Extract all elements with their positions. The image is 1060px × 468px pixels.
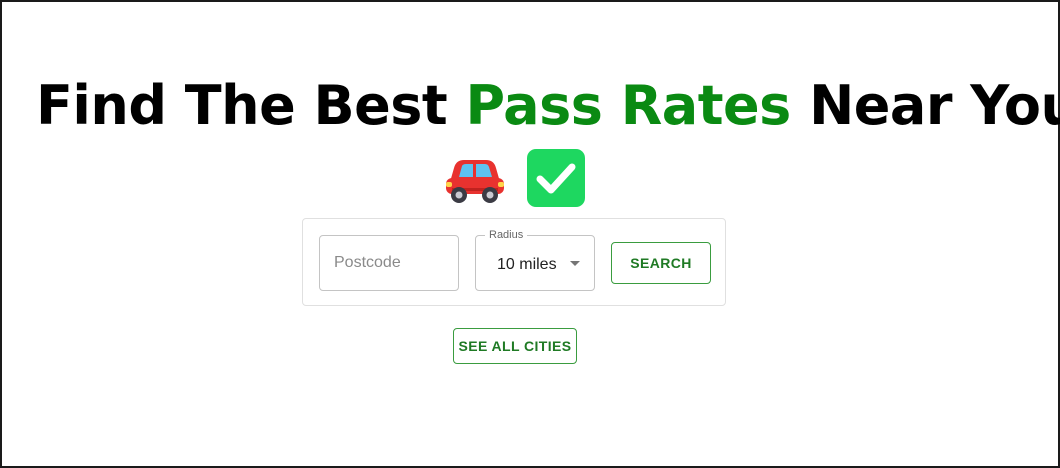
postcode-input[interactable] <box>319 235 459 291</box>
emoji-row <box>442 148 586 208</box>
radius-select[interactable]: Radius 10 miles <box>475 228 595 291</box>
title-text-start: Find The Best <box>36 74 466 137</box>
search-button[interactable]: SEARCH <box>611 242 711 284</box>
radius-selected-value: 10 miles <box>497 256 557 273</box>
title-accent-text: Pass Rates <box>465 74 792 137</box>
chevron-down-icon <box>570 261 580 266</box>
radius-label: Radius <box>485 228 528 242</box>
page-title: Find The Best Pass Rates Near You <box>36 68 1060 144</box>
search-card: Radius 10 miles SEARCH <box>302 218 726 306</box>
see-all-cities-button[interactable]: SEE ALL CITIES <box>453 328 577 364</box>
page-frame: Find The Best Pass Rates Near You Postco… <box>0 0 1060 468</box>
car-icon <box>442 148 506 208</box>
check-icon <box>526 148 586 208</box>
title-text-end: Near You <box>790 74 1060 137</box>
